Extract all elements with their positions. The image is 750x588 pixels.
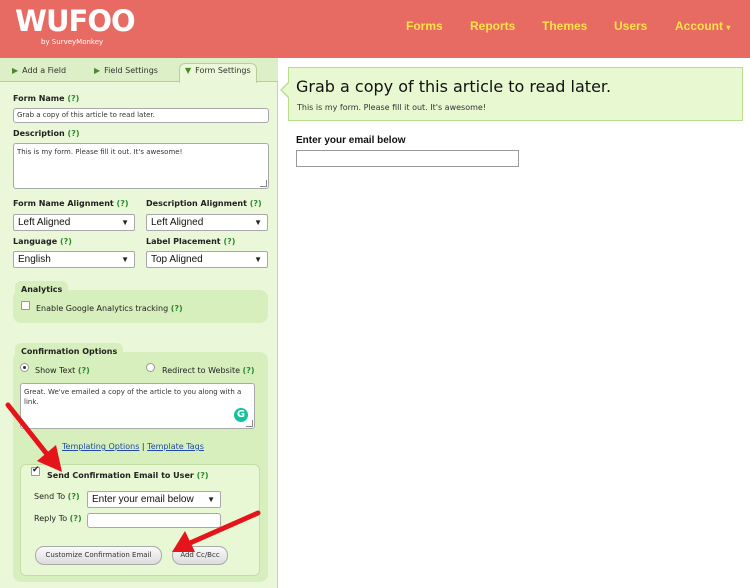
form-name-alignment-label: Form Name Alignment (?) — [13, 199, 129, 208]
grammarly-icon[interactable]: G — [234, 408, 248, 422]
preview-field-label: Enter your email below — [296, 135, 406, 146]
dropdown-arrow-icon: ▼ — [254, 218, 262, 227]
dropdown-arrow-icon: ▼ — [254, 255, 262, 264]
annotation-arrow-icon — [5, 402, 62, 472]
wufoo-logo[interactable]: WUFOO by SurveyMonkey — [15, 4, 136, 46]
resize-handle-icon[interactable] — [246, 420, 253, 427]
analytics-title: Analytics — [15, 281, 69, 295]
redirect-label: Redirect to Website (?) — [162, 366, 255, 375]
play-triangle-icon: ▶ — [12, 66, 19, 75]
send-to-label: Send To (?) — [34, 492, 80, 501]
select-value: Enter your email below — [92, 494, 194, 505]
confirmation-title: Confirmation Options — [15, 343, 124, 357]
customize-confirmation-email-button[interactable]: Customize Confirmation Email — [35, 546, 162, 565]
tab-add-field[interactable]: ▶ Add a Field — [12, 64, 66, 82]
tab-field-settings[interactable]: ▶ Field Settings — [94, 64, 158, 82]
tab-form-settings[interactable]: ▼ Form Settings — [179, 63, 257, 83]
show-text-label: Show Text (?) — [35, 366, 90, 375]
logo-subtext: by SurveyMonkey — [41, 38, 104, 46]
annotation-arrow-icon — [172, 510, 261, 552]
help-link[interactable]: (?) — [197, 471, 209, 480]
tab-bar: ▶ Add a Field ▶ Field Settings ▼ Form Setti… — [0, 58, 278, 83]
help-link[interactable]: (?) — [67, 94, 79, 103]
resize-handle-icon[interactable] — [260, 180, 267, 187]
help-link[interactable]: (?) — [68, 129, 80, 138]
description-textarea[interactable]: This is my form. Please fill it out. It'… — [13, 143, 269, 189]
template-links: Templating Options | Template Tags — [62, 442, 204, 451]
preview-email-input[interactable] — [296, 150, 519, 167]
redirect-radio[interactable] — [146, 363, 155, 372]
select-value: English — [18, 254, 51, 265]
nav-reports[interactable]: Reports — [470, 19, 515, 33]
reply-to-label: Reply To (?) — [34, 514, 82, 523]
help-link[interactable]: (?) — [223, 237, 235, 246]
help-link[interactable]: (?) — [68, 492, 80, 501]
play-triangle-icon: ▶ — [94, 66, 101, 75]
analytics-checkbox[interactable] — [21, 301, 30, 310]
top-bar: WUFOO by SurveyMonkey Forms Reports Them… — [0, 0, 750, 58]
chevron-down-icon: ▾ — [726, 23, 731, 32]
down-triangle-icon: ▼ — [185, 66, 192, 75]
show-text-radio[interactable] — [20, 363, 29, 372]
help-link[interactable]: (?) — [243, 366, 255, 375]
nav-account[interactable]: Account ▾ — [675, 19, 730, 33]
nav-themes[interactable]: Themes — [542, 19, 587, 33]
form-name-input[interactable]: Grab a copy of this article to read late… — [13, 108, 269, 123]
language-label: Language (?) — [13, 237, 72, 246]
select-value: Left Aligned — [18, 217, 71, 228]
preview-description: This is my form. Please fill it out. It'… — [297, 103, 487, 112]
dropdown-arrow-icon: ▼ — [207, 495, 215, 504]
description-label: Description (?) — [13, 129, 80, 138]
help-link[interactable]: (?) — [250, 199, 262, 208]
nav-users[interactable]: Users — [614, 19, 647, 33]
tab-field-settings-label: Field Settings — [104, 66, 158, 75]
help-link[interactable]: (?) — [60, 237, 72, 246]
logo-text: WUFOO — [15, 4, 136, 38]
label-placement-select[interactable]: Top Aligned ▼ — [146, 251, 268, 268]
select-value: Left Aligned — [151, 217, 204, 228]
nav-forms[interactable]: Forms — [406, 19, 443, 33]
dropdown-arrow-icon: ▼ — [121, 255, 129, 264]
form-name-label: Form Name (?) — [13, 94, 80, 103]
help-link[interactable]: (?) — [78, 366, 90, 375]
nav-account-label: Account — [675, 19, 723, 33]
help-link[interactable]: (?) — [117, 199, 129, 208]
tab-form-settings-label: Form Settings — [195, 66, 251, 75]
template-tags-link[interactable]: Template Tags — [147, 442, 204, 451]
tab-add-field-label: Add a Field — [22, 66, 67, 75]
analytics-checkbox-label: Enable Google Analytics tracking (?) — [36, 304, 183, 313]
form-preview-header[interactable]: Grab a copy of this article to read late… — [280, 67, 743, 121]
help-link[interactable]: (?) — [70, 514, 82, 523]
form-name-alignment-select[interactable]: Left Aligned ▼ — [13, 214, 135, 231]
help-link[interactable]: (?) — [171, 304, 183, 313]
link-separator: | — [141, 442, 145, 451]
description-alignment-select[interactable]: Left Aligned ▼ — [146, 214, 268, 231]
description-text: This is my form. Please fill it out. It'… — [17, 148, 183, 156]
language-select[interactable]: English ▼ — [13, 251, 135, 268]
select-value: Top Aligned — [151, 254, 203, 265]
dropdown-arrow-icon: ▼ — [121, 218, 129, 227]
preview-title: Grab a copy of this article to read late… — [296, 77, 612, 96]
label-placement-label: Label Placement (?) — [146, 237, 236, 246]
description-alignment-label: Description Alignment (?) — [146, 199, 262, 208]
